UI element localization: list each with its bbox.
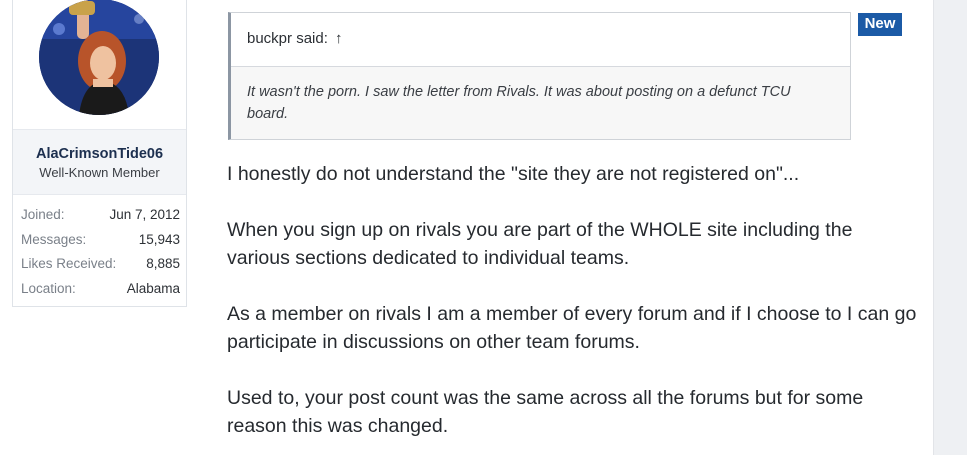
quote-block: buckpr said: ↑ It wasn't the porn. I saw… <box>228 12 851 140</box>
user-stats: Joined: Jun 7, 2012 Messages: 15,943 Lik… <box>21 205 180 303</box>
stat-joined: Joined: Jun 7, 2012 <box>21 205 180 230</box>
stat-likes: Likes Received: 8,885 <box>21 254 180 279</box>
stat-key: Messages: <box>21 231 87 247</box>
user-title: Well-Known Member <box>39 165 160 180</box>
stat-value: 8,885 <box>146 256 180 271</box>
avatar-image <box>39 0 159 115</box>
stat-messages: Messages: 15,943 <box>21 230 180 255</box>
stat-value[interactable]: Alabama <box>127 279 180 304</box>
forum-post-page: AlaCrimsonTide06 Well-Known Member Joine… <box>0 0 967 455</box>
message-paragraph: As a member on rivals I am a member of e… <box>227 303 917 353</box>
quote-header: buckpr said: ↑ <box>231 13 850 67</box>
stat-key: Joined: <box>21 207 65 222</box>
user-sidebar: AlaCrimsonTide06 Well-Known Member Joine… <box>12 0 187 307</box>
message-paragraph: When you sign up on rivals you are part … <box>227 219 853 269</box>
stat-key: Location: <box>21 280 76 296</box>
avatar-area <box>13 0 186 129</box>
stat-value: Jun 7, 2012 <box>109 207 180 222</box>
avatar[interactable] <box>39 0 159 115</box>
quote-body: It wasn't the porn. I saw the letter fro… <box>247 84 791 122</box>
stat-location: Location: Alabama <box>21 279 180 304</box>
arrow-up-icon[interactable]: ↑ <box>335 30 343 47</box>
stat-key: Likes Received: <box>21 256 117 271</box>
username-link[interactable]: AlaCrimsonTide06 <box>13 146 186 162</box>
message-paragraph: Used to, your post count was the same ac… <box>227 387 864 437</box>
scroll-rail[interactable] <box>933 0 967 455</box>
message-body: I honestly do not understand the "site t… <box>227 160 917 455</box>
new-badge: New <box>858 13 902 36</box>
stat-value[interactable]: 15,943 <box>139 230 180 255</box>
message-paragraph: I honestly do not understand the "site t… <box>227 163 800 185</box>
quote-author[interactable]: buckpr said: <box>247 30 328 47</box>
user-header: AlaCrimsonTide06 Well-Known Member <box>13 129 186 195</box>
